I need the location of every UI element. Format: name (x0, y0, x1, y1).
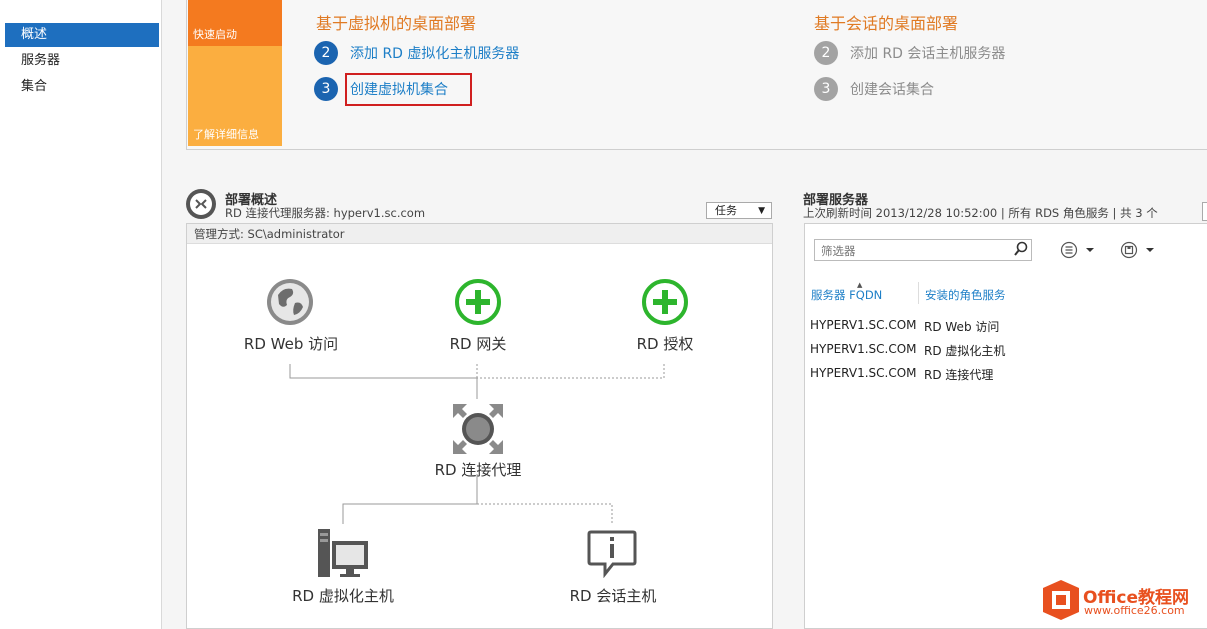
add-licensing-icon[interactable] (641, 278, 689, 326)
table-cell-fqdn[interactable]: HYPERV1.SC.COM (810, 318, 917, 332)
rd-web-access-label: RD Web 访问 (243, 335, 339, 353)
left-nav: 概述 服务器 集合 (0, 0, 162, 629)
filter-input[interactable] (819, 241, 1003, 261)
connection-broker-icon[interactable] (453, 404, 503, 454)
step-number-badge: 3 (314, 77, 338, 101)
rd-session-host-label: RD 会话主机 (569, 587, 657, 605)
table-cell-fqdn[interactable]: HYPERV1.SC.COM (810, 366, 917, 380)
table-cell-role[interactable]: RD 虚拟化主机 (924, 342, 1005, 359)
globe-icon[interactable] (265, 277, 315, 327)
watermark-url: www.office26.com (1084, 604, 1185, 617)
list-view-options-button[interactable] (1060, 241, 1100, 259)
deployment-overview-icon (185, 188, 217, 220)
broker-server-subtitle: RD 连接代理服务器: hyperv1.sc.com (225, 206, 426, 220)
vm-deployment-heading: 基于虚拟机的桌面部署 (316, 14, 477, 33)
add-session-host-link[interactable]: 添加 RD 会话主机服务器 (850, 43, 1005, 63)
filter-box[interactable] (814, 239, 1032, 261)
deployment-servers-panel (804, 223, 1207, 629)
step-number-badge: 3 (814, 77, 838, 101)
search-icon[interactable] (1014, 241, 1028, 261)
chevron-down-icon: ▼ (758, 206, 765, 216)
rd-connection-broker-label: RD 连接代理 (434, 461, 522, 479)
nav-item-collections[interactable]: 集合 (5, 75, 159, 99)
sort-ascending-icon: ▲ (857, 281, 863, 289)
save-query-button[interactable] (1120, 241, 1160, 259)
quick-start-tile[interactable]: 快速启动 (188, 0, 282, 46)
servers-tasks-dropdown[interactable] (1202, 202, 1207, 221)
nav-item-servers[interactable]: 服务器 (5, 49, 159, 73)
session-host-icon[interactable] (587, 530, 637, 579)
rd-licensing-label: RD 授权 (636, 335, 694, 353)
nav-item-overview[interactable]: 概述 (5, 23, 159, 47)
managed-by-bar: 管理方式: SC\administrator (187, 224, 772, 244)
office-logo-icon (1043, 580, 1079, 620)
column-divider (918, 282, 919, 304)
rd-gateway-label: RD 网关 (449, 335, 507, 353)
column-header-role-services[interactable]: 安装的角色服务 (925, 287, 1006, 303)
learn-more-tile[interactable]: 了解详细信息 (188, 46, 282, 146)
step-number-badge: 2 (314, 41, 338, 65)
virtualization-host-icon[interactable] (318, 529, 370, 579)
table-cell-fqdn[interactable]: HYPERV1.SC.COM (810, 342, 917, 356)
session-deployment-heading: 基于会话的桌面部署 (814, 14, 959, 33)
step-number-badge: 2 (814, 41, 838, 65)
column-header-server-fqdn[interactable]: 服务器 FQDN (811, 287, 882, 303)
add-gateway-icon[interactable] (454, 278, 502, 326)
table-cell-role[interactable]: RD 连接代理 (924, 366, 993, 383)
add-virtualization-host-link[interactable]: 添加 RD 虚拟化主机服务器 (350, 43, 519, 63)
servers-refresh-subtitle: 上次刷新时间 2013/12/28 10:52:00 | 所有 RDS 角色服务… (803, 206, 1158, 220)
learn-more-label: 了解详细信息 (193, 128, 259, 141)
highlight-box (345, 73, 472, 106)
tasks-dropdown[interactable]: 任务 ▼ (706, 202, 772, 219)
tasks-label: 任务 (715, 204, 737, 217)
rd-virtualization-host-label: RD 虚拟化主机 (292, 587, 394, 605)
table-cell-role[interactable]: RD Web 访问 (924, 318, 999, 335)
quick-start-label: 快速启动 (193, 28, 237, 41)
create-session-collection-link[interactable]: 创建会话集合 (850, 79, 934, 99)
